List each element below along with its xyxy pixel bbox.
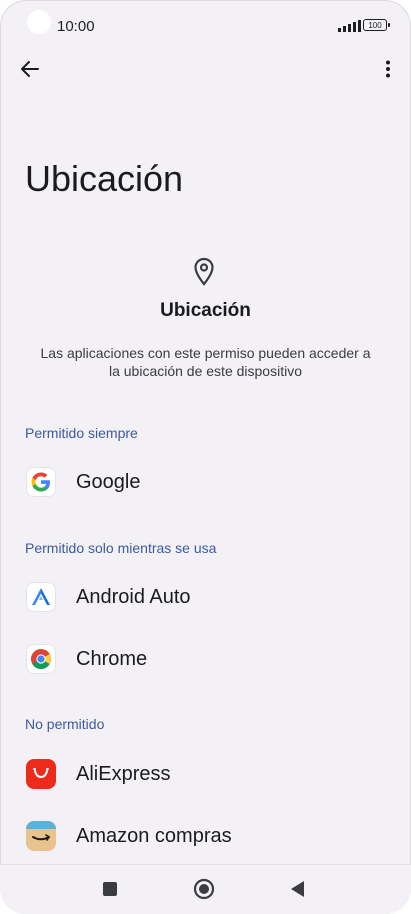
back-button[interactable] (14, 55, 46, 83)
section-label-allowed-while-in-use: Permitido solo mientras se usa (25, 540, 217, 556)
app-name: Google (76, 470, 141, 493)
navigation-bar (0, 864, 411, 914)
square-icon (103, 882, 117, 896)
app-row-chrome[interactable]: Chrome (0, 631, 411, 687)
phone-screen: 10:00 100 Ubicación Ubicación Las aplica… (0, 0, 411, 914)
app-row-android-auto[interactable]: Android Auto (0, 569, 411, 625)
app-row-google[interactable]: Google (0, 454, 411, 510)
page-title: Ubicación (25, 158, 184, 199)
battery-icon: 100 (363, 19, 390, 31)
circle-icon (193, 878, 215, 900)
app-name: Amazon compras (76, 824, 232, 847)
app-row-aliexpress[interactable]: AliExpress (0, 746, 411, 802)
app-name: AliExpress (76, 762, 171, 785)
home-button[interactable] (189, 876, 219, 902)
app-name: Android Auto (76, 585, 191, 608)
camera-cutout (27, 10, 51, 34)
arrow-back-icon (21, 61, 39, 77)
more-options-button[interactable] (372, 55, 404, 83)
section-label-not-allowed: No permitido (25, 716, 105, 732)
chrome-icon (26, 644, 56, 674)
android-auto-icon (26, 582, 56, 612)
triangle-back-icon (291, 881, 304, 897)
section-label-allowed-always: Permitido siempre (25, 425, 138, 441)
nav-back-button[interactable] (282, 876, 312, 902)
amazon-icon (26, 821, 56, 851)
status-time: 10:00 (57, 18, 95, 35)
google-icon (26, 467, 56, 497)
signal-icon (338, 20, 361, 32)
app-row-amazon[interactable]: Amazon compras (0, 808, 411, 864)
status-bar: 10:00 100 (0, 0, 411, 52)
location-pin-icon (194, 257, 214, 286)
aliexpress-icon (26, 759, 56, 789)
header-title: Ubicación (160, 300, 251, 321)
app-name: Chrome (76, 647, 148, 670)
more-vert-icon (386, 60, 390, 78)
recents-button[interactable] (95, 876, 125, 902)
header-description: Las aplicaciones con este permiso pueden… (40, 345, 371, 379)
